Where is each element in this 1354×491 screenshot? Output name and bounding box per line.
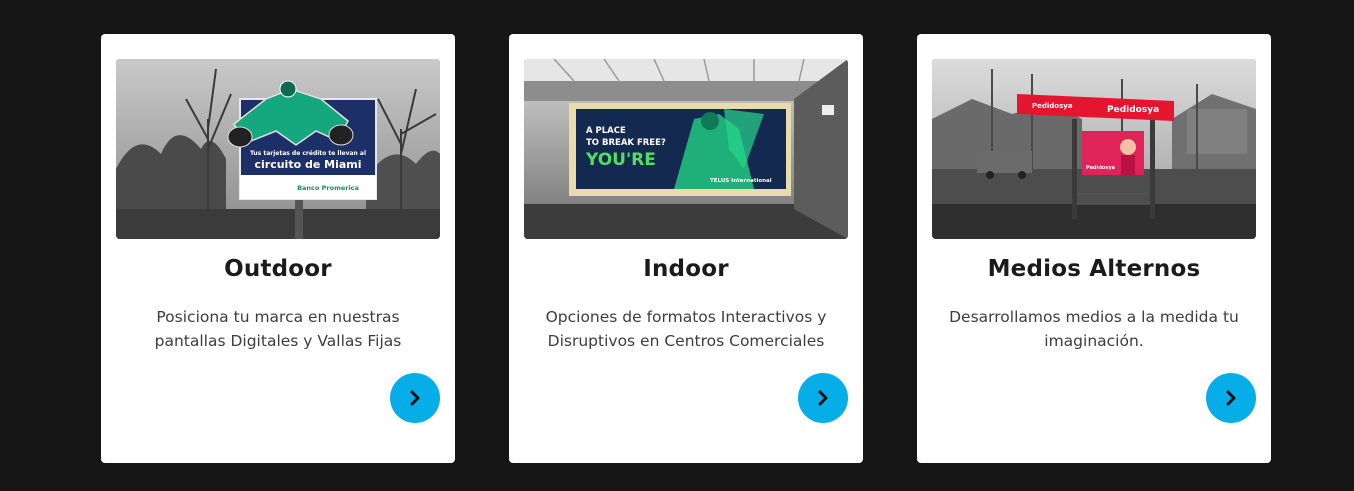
card-title: Outdoor: [224, 256, 332, 282]
display-line-2: TO BREAK FREE?: [586, 138, 666, 148]
card-outdoor: Tus tarjetas de crédito te llevan al cir…: [101, 34, 455, 463]
display-line-1: A PLACE: [586, 126, 626, 136]
medios-alternos-more-button[interactable]: [1206, 373, 1256, 423]
chevron-right-icon: [1226, 390, 1236, 406]
card-indoor: A PLACE TO BREAK FREE? YOU'RE TELUS Inte…: [509, 34, 863, 463]
chevron-right-icon: [818, 390, 828, 406]
billboard-brand: Banco Promerica: [297, 184, 359, 192]
indoor-display-image: A PLACE TO BREAK FREE? YOU'RE TELUS Inte…: [524, 59, 848, 239]
card-medios-alternos: Pedidosya Pedidosya Pedidosya Medios Alt…: [917, 34, 1271, 463]
card-description: Desarrollamos medios a la medida tu imag…: [949, 308, 1239, 350]
chevron-right-icon: [410, 390, 420, 406]
roof-brand-large: Pedidosya: [1107, 105, 1159, 115]
card-title: Medios Alternos: [987, 256, 1201, 282]
display-line-3: YOU'RE: [585, 150, 656, 170]
roof-brand: Pedidosya: [1032, 102, 1073, 110]
card-description: Opciones de formatos Interactivos y Disr…: [545, 308, 827, 350]
display-brand: TELUS International: [710, 178, 772, 184]
billboard-headline: Tus tarjetas de crédito te llevan al: [250, 150, 366, 157]
outdoor-billboard-image: Tus tarjetas de crédito te llevan al cir…: [116, 59, 440, 239]
outdoor-more-button[interactable]: [390, 373, 440, 423]
card-description: Posiciona tu marca en nuestras pantallas…: [154, 308, 402, 350]
bus-stop-image: Pedidosya Pedidosya Pedidosya: [932, 59, 1256, 239]
card-title: Indoor: [643, 256, 729, 282]
shelter-ad-text: Pedidosya: [1086, 165, 1115, 171]
billboard-big-text: circuito de Miami: [254, 158, 361, 171]
indoor-more-button[interactable]: [798, 373, 848, 423]
